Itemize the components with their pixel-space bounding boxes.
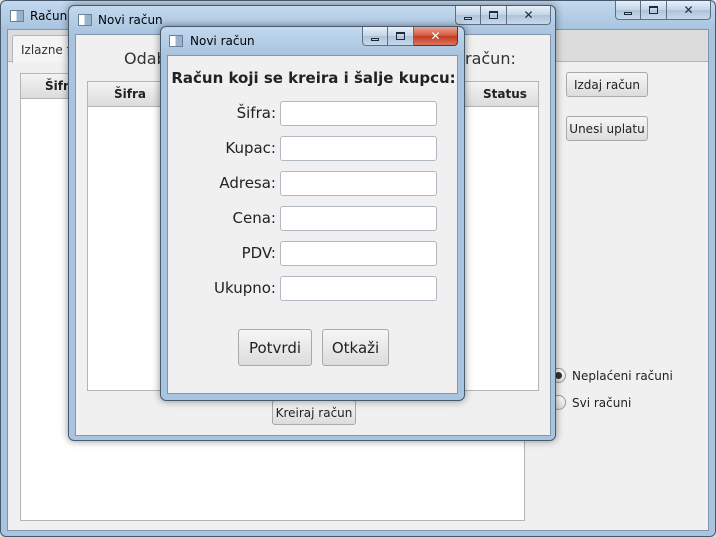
- field-label-kupac: Kupac:: [225, 139, 276, 157]
- field-row-sifra: Šifra:: [168, 101, 464, 126]
- minimize-icon: [464, 16, 472, 20]
- minimize-icon: [624, 11, 632, 15]
- select-invoice-prompt-right: račun:: [465, 49, 516, 68]
- ukupno-input[interactable]: [280, 276, 437, 301]
- dialog-close-button[interactable]: ✕: [414, 27, 458, 46]
- new-invoice-window-title: Novi račun: [98, 13, 163, 27]
- kupac-input[interactable]: [280, 136, 437, 161]
- issue-invoice-button[interactable]: Izdaj račun: [566, 72, 648, 97]
- column-header-status[interactable]: Status: [483, 82, 527, 106]
- cancel-button[interactable]: Otkaži: [322, 329, 389, 366]
- close-icon: ✕: [683, 3, 694, 17]
- field-label-adresa: Adresa:: [219, 174, 276, 192]
- field-row-ukupno: Ukupno:: [168, 276, 464, 301]
- create-invoice-button[interactable]: Kreiraj račun: [272, 400, 356, 425]
- maximize-icon: [649, 6, 658, 14]
- close-icon: ✕: [523, 8, 534, 22]
- app-window-icon: [78, 14, 92, 26]
- app-window-icon: [10, 10, 24, 22]
- field-row-cena: Cena:: [168, 206, 464, 231]
- field-label-sifra: Šifra:: [236, 104, 276, 122]
- field-label-ukupno: Ukupno:: [214, 279, 276, 297]
- main-maximize-button[interactable]: [641, 1, 667, 20]
- radio-selected-dot: [555, 372, 562, 379]
- new-invoice-dialog: Novi račun ✕ Račun koji se kreira i šalj…: [160, 26, 465, 401]
- confirm-button[interactable]: Potvrdi: [238, 329, 312, 366]
- dialog-heading: Račun koji se kreira i šalje kupcu:: [171, 69, 456, 87]
- column-header-sifra[interactable]: Šifra: [114, 82, 146, 106]
- maximize-icon: [489, 11, 498, 19]
- filter-unpaid-radio[interactable]: Neplaćeni računi: [551, 368, 673, 383]
- minimize-icon: [371, 37, 379, 41]
- main-close-button[interactable]: ✕: [667, 1, 711, 20]
- middle-maximize-button[interactable]: [481, 6, 507, 25]
- main-minimize-button[interactable]: [615, 1, 641, 20]
- close-icon: ✕: [430, 29, 441, 43]
- field-row-kupac: Kupac:: [168, 136, 464, 161]
- field-label-pdv: PDV:: [241, 244, 276, 262]
- cena-input[interactable]: [280, 206, 437, 231]
- field-row-adresa: Adresa:: [168, 171, 464, 196]
- field-row-pdv: PDV:: [168, 241, 464, 266]
- dialog-maximize-button[interactable]: [388, 27, 414, 46]
- app-window-icon: [169, 35, 183, 47]
- dialog-title: Novi račun: [190, 34, 255, 48]
- middle-minimize-button[interactable]: [455, 6, 481, 25]
- field-label-cena: Cena:: [232, 209, 276, 227]
- middle-close-button[interactable]: ✕: [507, 6, 551, 25]
- radio-unpaid-label: Neplaćeni računi: [572, 368, 673, 383]
- dialog-client: Račun koji se kreira i šalje kupcu: Šifr…: [167, 55, 458, 394]
- sifra-input[interactable]: [280, 101, 437, 126]
- enter-payment-button[interactable]: Unesi uplatu: [566, 116, 648, 141]
- pdv-input[interactable]: [280, 241, 437, 266]
- adresa-input[interactable]: [280, 171, 437, 196]
- dialog-minimize-button[interactable]: [362, 27, 388, 46]
- dialog-titlebar[interactable]: Novi račun ✕: [161, 27, 464, 55]
- maximize-icon: [396, 32, 405, 40]
- radio-all-label: Svi računi: [572, 395, 632, 410]
- filter-all-radio[interactable]: Svi računi: [551, 395, 631, 410]
